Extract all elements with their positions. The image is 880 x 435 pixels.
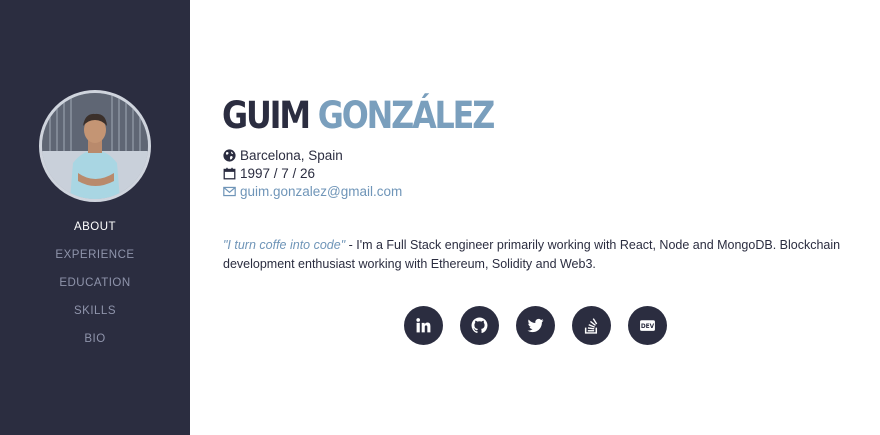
bio-text: "I turn coffe into code" - I'm a Full St… (223, 236, 863, 274)
nav-item-education[interactable]: EDUCATION (0, 276, 190, 304)
twitter-icon (527, 318, 544, 333)
profile-photo (42, 93, 148, 199)
calendar-icon (223, 167, 236, 179)
contact-info: Barcelona, Spain 1997 / 7 / 26 guim.gonz… (223, 146, 402, 200)
linkedin-icon (416, 318, 431, 333)
nav-item-experience[interactable]: EXPERIENCE (0, 248, 190, 276)
dev-button[interactable]: DEV (628, 306, 667, 345)
location-text: Barcelona, Spain (240, 147, 343, 163)
birthdate-text: 1997 / 7 / 26 (240, 165, 316, 181)
location-row: Barcelona, Spain (223, 146, 402, 164)
nav-item-about[interactable]: ABOUT (0, 220, 190, 248)
linkedin-button[interactable] (404, 306, 443, 345)
sidebar: ABOUT EXPERIENCE EDUCATION SKILLS BIO (0, 0, 190, 435)
github-icon (471, 317, 488, 334)
envelope-icon (223, 186, 236, 196)
globe-icon (223, 148, 236, 162)
social-links: DEV (404, 306, 667, 345)
svg-text:DEV: DEV (641, 324, 655, 330)
dev-icon: DEV (640, 320, 655, 331)
twitter-button[interactable] (516, 306, 555, 345)
avatar (39, 90, 151, 202)
first-name: GUIM (222, 94, 311, 137)
email-text: guim.gonzalez@gmail.com (240, 183, 403, 199)
profile-name: GUIM GONZÁLEZ (222, 94, 496, 138)
stackoverflow-icon (584, 318, 598, 334)
sidebar-nav: ABOUT EXPERIENCE EDUCATION SKILLS BIO (0, 220, 190, 360)
github-button[interactable] (460, 306, 499, 345)
birthdate-row: 1997 / 7 / 26 (223, 164, 402, 182)
main-content: GUIM GONZÁLEZ Barcelona, Spain 1997 / 7 … (190, 0, 880, 435)
nav-item-bio[interactable]: BIO (0, 332, 190, 360)
last-name: GONZÁLEZ (317, 94, 496, 137)
nav-item-skills[interactable]: SKILLS (0, 304, 190, 332)
email-link[interactable]: guim.gonzalez@gmail.com (223, 182, 402, 200)
bio-quote: "I turn coffe into code" (223, 238, 346, 252)
stackoverflow-button[interactable] (572, 306, 611, 345)
